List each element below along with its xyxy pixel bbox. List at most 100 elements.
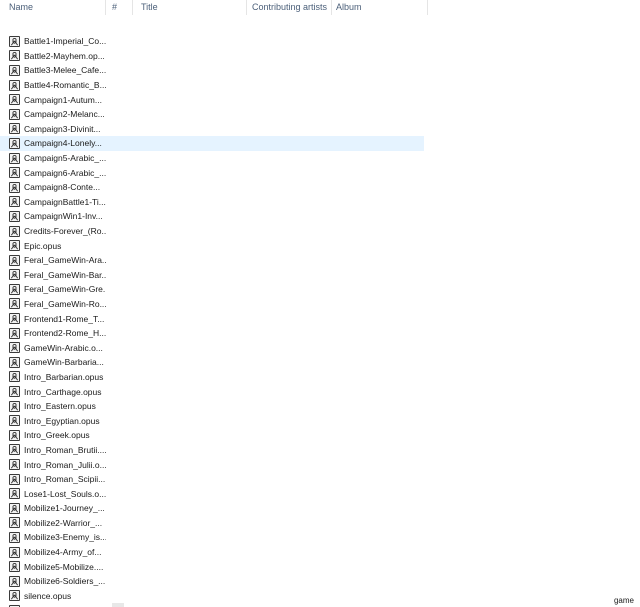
media-file-icon [9,283,20,295]
column-header-title-label: Title [141,2,158,12]
file-row[interactable]: Intro_Barbarian.opus [0,370,428,385]
file-row[interactable]: Campaign3-Divinit... [0,122,428,137]
media-file-icon [9,225,20,237]
file-row[interactable]: Intro_Roman_Julii.o... [0,457,428,472]
file-name: Mobilize6-Soldiers_... [24,576,106,587]
file-name: Intro_Egyptian.opus [24,415,100,426]
file-row[interactable]: Campaign1-Autum... [0,92,428,107]
file-row[interactable]: Intro_Roman_Brutii.... [0,443,428,458]
file-name: CampaignWin1-Inv... [24,211,103,222]
file-row[interactable]: Feral_GameWin-Ara... [0,253,428,268]
file-row[interactable]: Frontend2-Rome_H... [0,326,428,341]
column-header-artists-label: Contributing artists [252,2,328,12]
file-row[interactable]: Mobilize5-Mobilize.... [0,559,428,574]
file-name: CampaignBattle1-Ti... [24,196,106,207]
file-name: Mobilize1-Journey_... [24,503,105,514]
column-header-title[interactable]: Title [133,0,247,15]
media-file-icon [9,590,20,602]
media-file-icon [9,561,20,573]
file-row[interactable]: Intro_Eastern.opus [0,399,428,414]
file-row[interactable]: Campaign5-Arabic_... [0,151,428,166]
file-row[interactable]: Battle1-Imperial_Co... [0,34,428,49]
file-row[interactable]: silence.opus [0,589,428,604]
media-file-icon [9,167,20,179]
file-row[interactable]: Battle4-Romantic_B... [0,78,428,93]
column-header-contributing-artists[interactable]: Contributing artists [247,0,332,15]
file-name: Campaign2-Melanc... [24,109,105,120]
file-name: GameWin-Barbaria... [24,357,104,368]
column-header-row: ⌃ Name # Title Contributing artists Albu… [0,0,428,15]
file-name: Frontend1-Rome_T... [24,313,105,324]
file-name: Intro_Eastern.opus [24,401,96,412]
media-file-icon [9,327,20,339]
file-name: Battle4-Romantic_B... [24,80,106,91]
file-name: Epic.opus [24,240,62,251]
file-name: Intro_Roman_Julii.o... [24,459,106,470]
media-file-icon [9,94,20,106]
media-file-icon [9,575,20,587]
file-row[interactable]: Mobilize4-Army_of... [0,545,428,560]
file-name: Intro_Carthage.opus [24,386,102,397]
file-name: silence.opus [24,590,72,601]
horizontal-scrollbar-thumb[interactable] [112,603,124,607]
file-row[interactable]: Campaign4-Lonely... [0,136,424,151]
file-row[interactable]: GameWin-Arabic.o... [0,340,428,355]
file-name: Battle2-Mayhem.op... [24,50,105,61]
media-file-icon [9,459,20,471]
file-name: Mobilize4-Army_of... [24,547,102,558]
file-row[interactable]: Intro_Greek.opus [0,428,428,443]
file-row[interactable]: Campaign2-Melanc... [0,107,428,122]
file-row[interactable]: CampaignWin1-Inv... [0,209,428,224]
file-name: Campaign5-Arabic_... [24,153,106,164]
media-file-icon [9,429,20,441]
column-header-number-label: # [112,2,118,12]
media-file-icon [9,386,20,398]
column-header-number[interactable]: # [106,0,133,15]
media-file-icon [9,313,20,325]
file-row[interactable]: Intro_Carthage.opus [0,384,428,399]
file-row[interactable]: Feral_GameWin-Gre... [0,282,428,297]
file-row[interactable]: Lose1-Lost_Souls.o... [0,486,428,501]
media-file-icon [9,546,20,558]
file-row[interactable]: Mobilize1-Journey_... [0,501,428,516]
file-name: Feral_GameWin-Gre... [24,284,106,295]
file-explorer-list-view: ⌃ Name # Title Contributing artists Albu… [0,0,640,607]
file-name: Campaign1-Autum... [24,94,102,105]
file-name: GameWin-Arabic.o... [24,342,103,353]
file-row[interactable]: Frontend1-Rome_T... [0,311,428,326]
file-row[interactable]: Mobilize6-Soldiers_... [0,574,428,589]
file-row[interactable]: Epic.opus [0,238,428,253]
file-row[interactable]: Battle2-Mayhem.op... [0,49,428,64]
media-file-icon [9,254,20,266]
file-name: Intro_Greek.opus [24,430,90,441]
media-file-icon [9,356,20,368]
file-row[interactable]: Feral_GameWin-Bar... [0,268,428,283]
file-row[interactable]: Intro_Roman_Scipii.... [0,472,428,487]
file-name: Frontend2-Rome_H... [24,328,106,339]
column-header-album[interactable]: Album [332,0,428,15]
column-header-name[interactable]: ⌃ Name [0,0,106,15]
file-row[interactable]: Credits-Forever_(Ro... [0,224,428,239]
file-row[interactable]: CampaignBattle1-Ti... [0,195,428,210]
media-file-icon [9,371,20,383]
file-row[interactable]: Battle3-Melee_Cafe... [0,63,428,78]
media-file-icon [9,444,20,456]
file-row[interactable]: Campaign6-Arabic_... [0,165,428,180]
file-row[interactable]: Campaign8-Conte... [0,180,428,195]
file-row[interactable]: Mobilize3-Enemy_is... [0,530,428,545]
file-name: Feral_GameWin-Ro... [24,298,106,309]
file-row[interactable]: Mobilize2-Warrior_... [0,516,428,531]
file-row[interactable]: GameWin-Barbaria... [0,355,428,370]
file-row[interactable]: Feral_GameWin-Ro... [0,297,428,312]
file-row[interactable]: Intro_Egyptian.opus [0,413,428,428]
media-file-icon [9,488,20,500]
media-file-icon [9,64,20,76]
file-name: Lose1-Lost_Souls.o... [24,488,106,499]
media-file-icon [9,298,20,310]
file-name: Campaign6-Arabic_... [24,167,106,178]
column-header-name-label: Name [9,2,34,12]
file-name: Intro_Barbarian.opus [24,371,104,382]
file-name: Intro_Roman_Brutii.... [24,444,106,455]
file-name: Battle3-Melee_Cafe... [24,65,106,76]
file-row[interactable]: Tension1-Journey_t... [0,603,428,607]
